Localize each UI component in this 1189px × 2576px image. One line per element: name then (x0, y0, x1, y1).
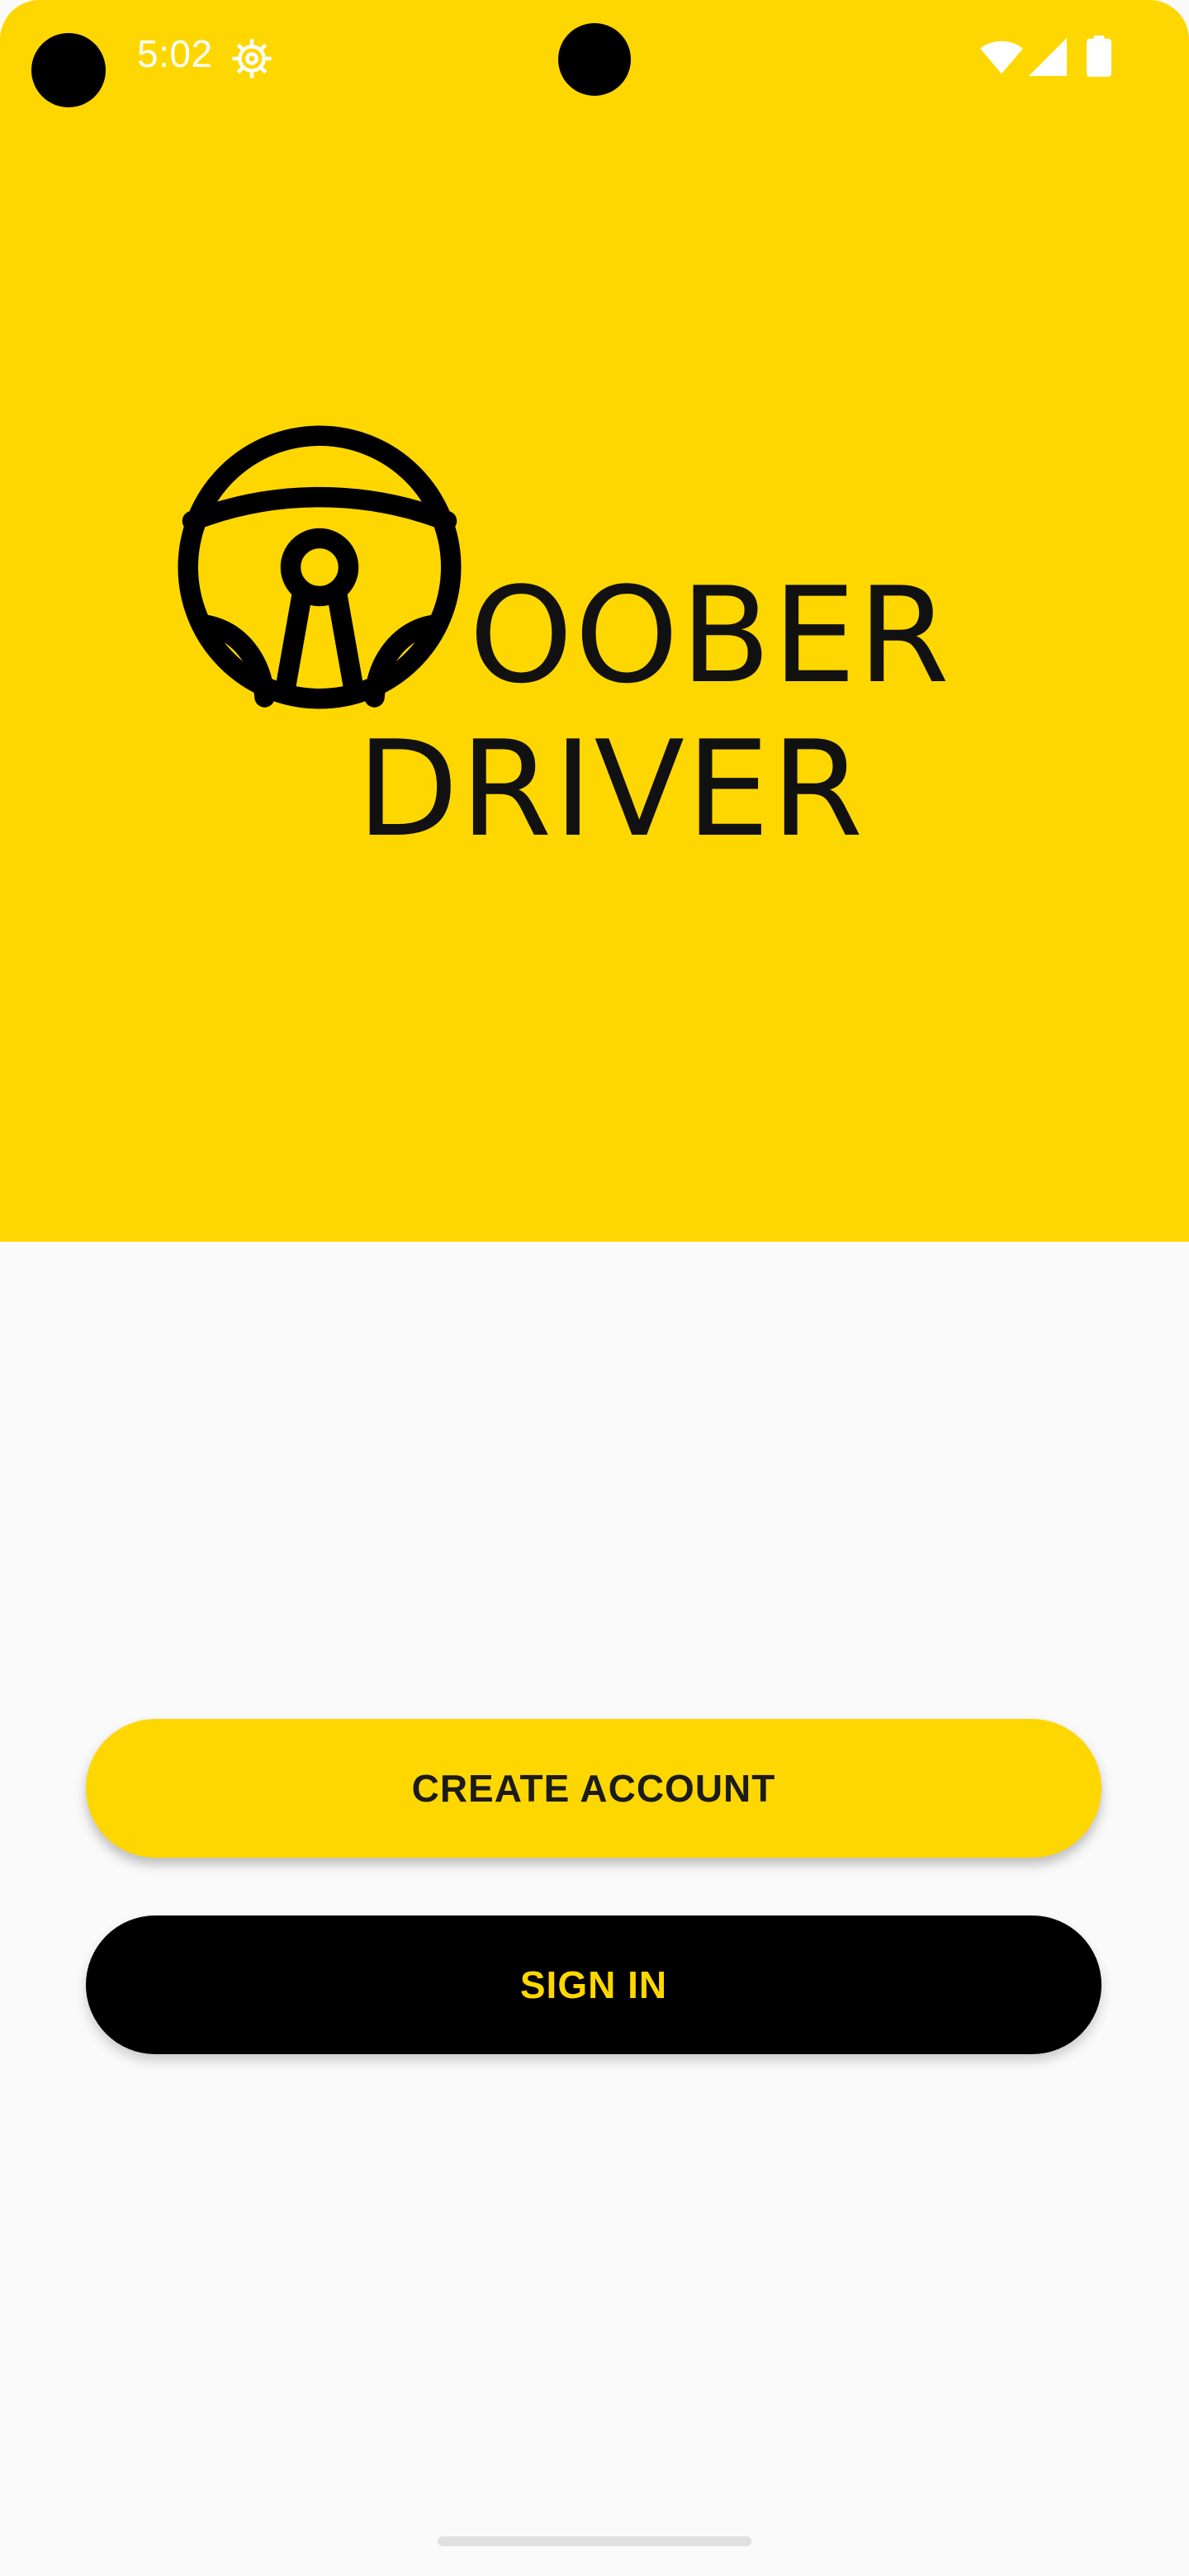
hero-banner: 5:02 OOBER DRIVER (0, 0, 1189, 1242)
steering-wheel-icon (178, 425, 462, 709)
battery-icon (1087, 36, 1111, 77)
logo-text-line1: OOBER (469, 558, 951, 713)
sign-in-button[interactable]: SIGN IN (86, 1915, 1101, 2054)
screen: 5:02 OOBER DRIVER CREATE ACCOUNT SIGN IN (0, 0, 1189, 2576)
camera-cutout (31, 33, 106, 107)
home-indicator[interactable] (438, 2536, 751, 2546)
wifi-icon (980, 40, 1023, 74)
front-camera (558, 23, 631, 96)
status-time: 5:02 (137, 32, 213, 75)
app-logo: OOBER DRIVER (165, 413, 958, 875)
status-bar: 5:02 (0, 0, 1189, 116)
signal-icon (1029, 38, 1067, 76)
create-account-button[interactable]: CREATE ACCOUNT (86, 1719, 1101, 1858)
gear-icon (232, 39, 272, 78)
logo-text-line2: DRIVER (357, 712, 865, 866)
